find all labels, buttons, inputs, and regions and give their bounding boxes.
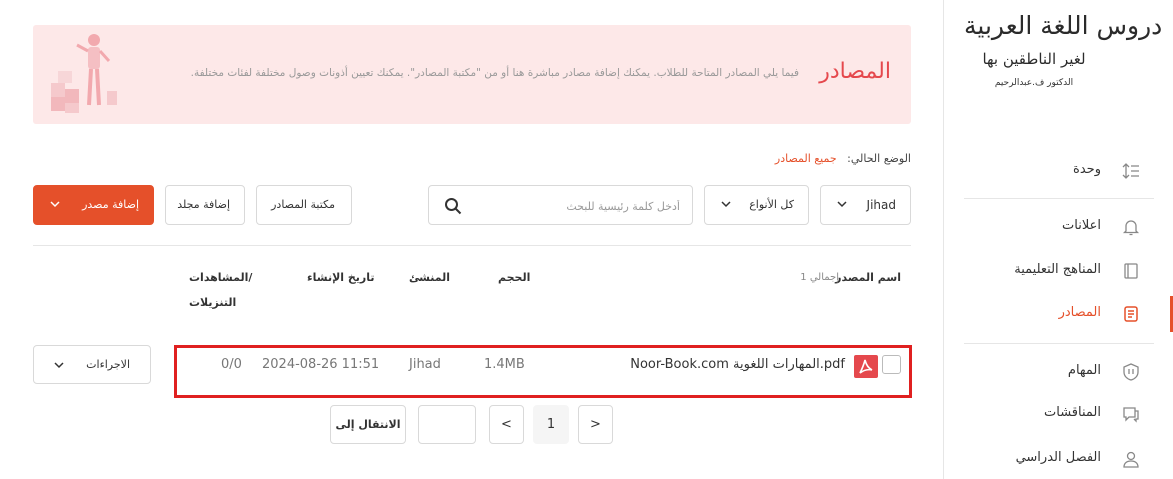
resource-library-label: مكتبة المصادر	[271, 198, 335, 211]
sidebar-item-label: المصادر	[1058, 305, 1101, 320]
pagination-current-label: 1	[546, 417, 556, 432]
resource-library-button[interactable]: مكتبة المصادر	[256, 185, 352, 225]
resource-created-date: 2024-08-26 11:51	[262, 357, 380, 372]
column-header-downloads: التنزيلات	[189, 296, 237, 309]
type-filter-select[interactable]: كل الأنواع	[704, 185, 809, 225]
sidebar-item-resources[interactable]: المصادر	[944, 296, 1173, 332]
sidebar-item-announcements[interactable]: اعلانات	[944, 209, 1173, 245]
pagination-next-button[interactable]: <	[489, 405, 524, 444]
pagination-page-1[interactable]: 1	[533, 405, 569, 444]
user-filter-value: Jihad	[866, 198, 896, 212]
goto-page-button[interactable]: الانتقال إلى	[330, 405, 406, 444]
column-header-views: المشاهدات/	[189, 271, 253, 284]
chevron-down-icon	[54, 362, 64, 369]
logo-author: الدكتور ف.عبدالرحيم	[994, 78, 1074, 88]
chevron-down-icon	[50, 201, 60, 208]
logo-title: دروس اللغة العربية	[964, 11, 1163, 40]
list-sort-icon	[1122, 163, 1139, 179]
resource-views: 0/0	[221, 357, 242, 372]
breadcrumb-label: الوضع الحالي:	[847, 152, 911, 165]
page-title: المصادر	[819, 59, 891, 84]
sidebar-item-classroom[interactable]: الفصل الدراسي	[944, 441, 1173, 477]
search-icon[interactable]	[444, 197, 462, 215]
sidebar: دروس اللغة العربية لغير الناطقين بها الد…	[943, 0, 1173, 479]
sidebar-item-curricula[interactable]: المناهج التعليمية	[944, 253, 1173, 289]
column-header-size: الحجم	[498, 271, 531, 284]
type-filter-value: كل الأنواع	[749, 198, 794, 211]
row-checkbox[interactable]	[882, 355, 901, 374]
bell-icon	[1122, 220, 1140, 236]
sidebar-divider	[964, 198, 1154, 199]
sidebar-item-unit[interactable]: وحدة	[944, 153, 1173, 189]
sidebar-item-tasks[interactable]: المهام	[944, 354, 1173, 390]
add-folder-button[interactable]: إضافة مجلد	[165, 185, 245, 225]
resource-name-link[interactable]: Noor-Book.com المهارات اللغوية.pdf	[630, 357, 845, 372]
sidebar-item-label: المهام	[1067, 363, 1101, 378]
sidebar-item-label: اعلانات	[1062, 218, 1101, 233]
sidebar-item-label: وحدة	[1073, 162, 1101, 177]
logo-subtitle: لغير الناطقين بها	[982, 50, 1086, 68]
search-box	[428, 185, 693, 225]
add-resource-label: إضافة مصدر	[82, 198, 139, 211]
chevron-down-icon	[837, 201, 847, 208]
shield-icon	[1123, 363, 1139, 381]
sidebar-item-label: المناهج التعليمية	[1014, 262, 1101, 277]
column-header-name: اسم المصدر	[835, 271, 901, 284]
pagination-next-label: <	[501, 417, 512, 432]
page-banner: المصادر فيما يلي المصادر المتاحة للطلاب.…	[33, 25, 911, 124]
book-icon	[1124, 263, 1138, 279]
breadcrumb-current[interactable]: جميع المصادر	[775, 152, 837, 165]
row-actions-dropdown[interactable]: الاجراءات	[33, 345, 151, 384]
page-description: فيما يلي المصادر المتاحة للطلاب. يمكنك إ…	[190, 67, 799, 79]
pdf-file-icon	[854, 355, 878, 378]
resources-icon	[1124, 306, 1138, 322]
column-header-created: تاريخ الإنشاء	[307, 271, 375, 284]
resource-creator: Jihad	[409, 357, 441, 372]
sidebar-item-label: المناقشات	[1044, 405, 1101, 420]
goto-page-input[interactable]	[418, 405, 476, 444]
add-folder-label: إضافة مجلد	[177, 198, 230, 211]
sidebar-item-label: الفصل الدراسي	[1015, 450, 1101, 465]
breadcrumb: الوضع الحالي: جميع المصادر	[775, 152, 911, 165]
chat-icon	[1123, 407, 1139, 423]
divider	[33, 245, 911, 246]
goto-page-label: الانتقال إلى	[335, 418, 401, 431]
resource-size: 1.4MB	[484, 357, 525, 372]
total-count: إجمالي 1	[800, 272, 839, 283]
pagination-prev-button[interactable]: >	[578, 405, 613, 444]
banner-illustration	[51, 34, 117, 113]
sidebar-item-discussions[interactable]: المناقشات	[944, 396, 1173, 432]
column-header-creator: المنشئ	[409, 271, 451, 284]
add-resource-button[interactable]: إضافة مصدر	[33, 185, 154, 225]
search-input[interactable]	[480, 196, 680, 216]
row-actions-label: الاجراءات	[86, 358, 130, 371]
user-icon	[1123, 451, 1139, 468]
sidebar-divider	[964, 343, 1154, 344]
chevron-down-icon	[721, 201, 731, 208]
pagination-prev-label: >	[590, 417, 601, 432]
logo: دروس اللغة العربية لغير الناطقين بها الد…	[964, 6, 1163, 126]
user-filter-select[interactable]: Jihad	[820, 185, 911, 225]
